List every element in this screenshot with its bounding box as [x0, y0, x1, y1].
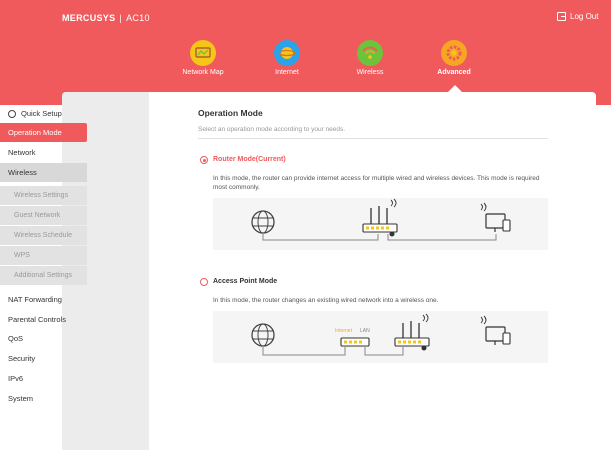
sidebar-item-label: Quick Setup — [21, 109, 62, 118]
advanced-gear-icon — [441, 40, 467, 66]
sidebar-item-operation-mode[interactable]: Operation Mode — [0, 123, 87, 142]
sidebar-item-security[interactable]: Security — [0, 349, 87, 368]
router-mode-label[interactable]: Router Mode(Current) — [213, 156, 286, 163]
router-mode-diagram — [213, 198, 548, 250]
sidebar-item-parental-controls[interactable]: Parental Controls — [0, 310, 87, 329]
model-name: AC10 — [126, 13, 150, 23]
nav-wireless-label: Wireless — [356, 69, 384, 76]
brand-separator: | — [119, 13, 123, 23]
access-point-mode-description: In this mode, the router changes an exis… — [213, 297, 439, 304]
internet-tag: Internet — [335, 328, 353, 334]
sidebar-item-system[interactable]: System — [0, 389, 87, 408]
sidebar-item-quick-setup[interactable]: Quick Setup — [0, 104, 87, 123]
sidebar-item-ipv6[interactable]: IPv6 — [0, 369, 87, 388]
internet-globe-icon — [274, 40, 300, 66]
globe-icon — [251, 323, 275, 347]
nav-wireless[interactable]: Wireless — [340, 40, 400, 76]
nav-network-map[interactable]: Network Map — [173, 40, 233, 76]
page-subtitle: Select an operation mode according to yo… — [198, 126, 346, 133]
access-point-mode-label[interactable]: Access Point Mode — [213, 278, 277, 285]
router-mode-radio[interactable] — [200, 156, 208, 164]
nav-internet[interactable]: Internet — [257, 40, 317, 76]
access-point-mode-diagram: Internet LAN — [213, 311, 548, 363]
brand-name: MERCUSYS — [62, 13, 116, 23]
network-map-icon — [190, 40, 216, 66]
access-point-mode-radio[interactable] — [200, 278, 208, 286]
logout-button[interactable]: Log Out — [557, 12, 598, 21]
brand-logo: MERCUSYS | AC10 — [62, 13, 150, 23]
nav-internet-label: Internet — [275, 69, 299, 76]
logout-label: Log Out — [570, 12, 599, 21]
quick-setup-icon — [8, 109, 16, 118]
modem-icon — [340, 337, 370, 347]
logout-icon — [557, 12, 566, 21]
router-icon — [362, 198, 398, 237]
sidebar-subitem-guest-network[interactable]: Guest Network — [0, 206, 87, 225]
sidebar-item-wireless[interactable]: Wireless — [0, 163, 87, 182]
nav-advanced-label: Advanced — [437, 69, 471, 76]
sidebar-subitem-additional-settings[interactable]: Additional Settings — [0, 266, 87, 285]
sidebar-item-nat-forwarding[interactable]: NAT Forwarding — [0, 290, 87, 309]
nav-active-caret — [448, 85, 462, 92]
title-divider — [198, 138, 548, 139]
router-mode-description: In this mode, the router can provide int… — [213, 175, 540, 191]
nav-network-map-label: Network Map — [182, 69, 224, 76]
wireless-icon — [357, 40, 383, 66]
sidebar-item-qos[interactable]: QoS — [0, 329, 87, 348]
devices-icon — [480, 202, 511, 232]
lan-tag: LAN — [360, 328, 370, 334]
nav-advanced[interactable]: Advanced — [424, 40, 484, 76]
sidebar-item-network[interactable]: Network — [0, 143, 87, 162]
page-title: Operation Mode — [198, 108, 263, 118]
sidebar-subitem-wireless-schedule[interactable]: Wireless Schedule — [0, 226, 87, 245]
sidebar-subitem-wireless-settings[interactable]: Wireless Settings — [0, 186, 87, 205]
router-icon — [394, 313, 430, 351]
globe-icon — [251, 210, 275, 234]
sidebar-subitem-wps[interactable]: WPS — [0, 246, 87, 265]
devices-icon — [480, 315, 511, 345]
